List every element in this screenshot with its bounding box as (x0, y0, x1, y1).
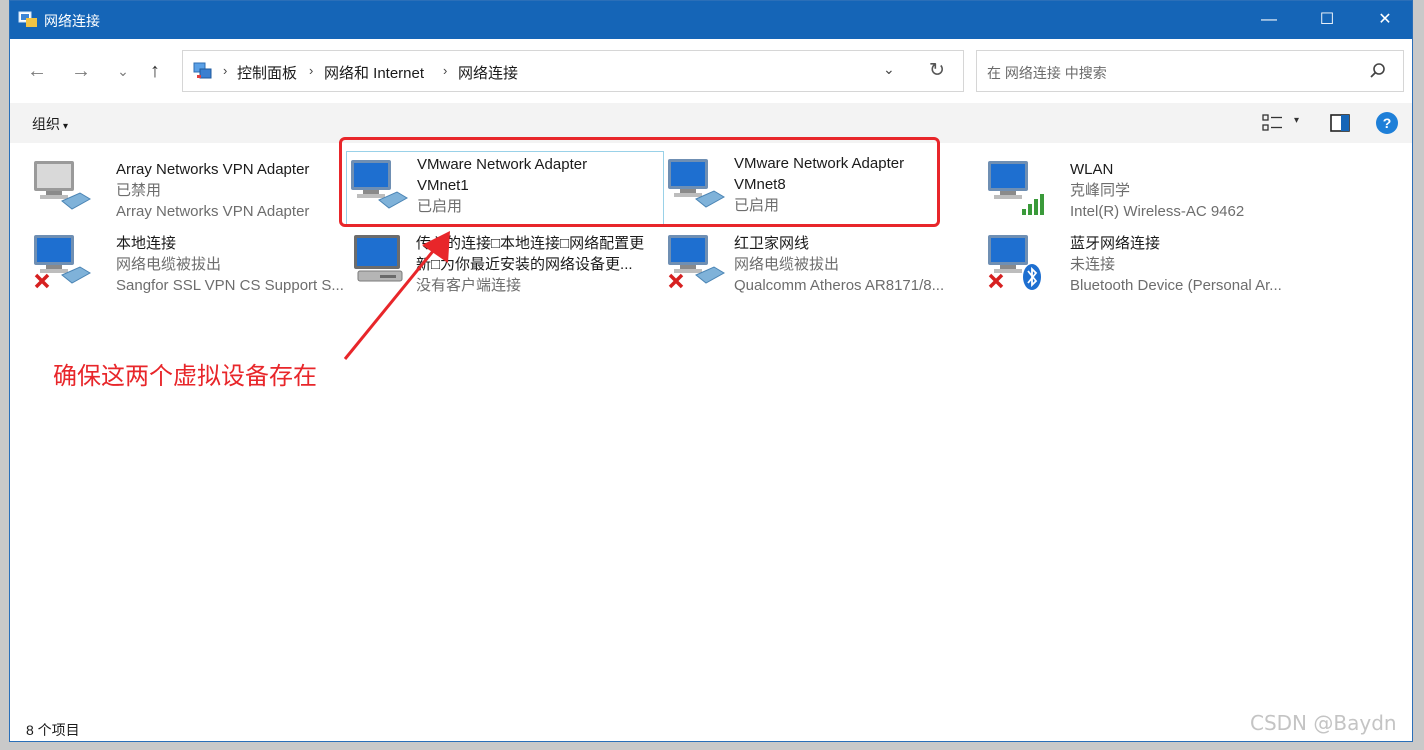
connection-item-bluetooth[interactable]: 蓝牙网络连接 未连接 Bluetooth Device (Personal Ar… (982, 223, 1300, 297)
connection-status: 未连接 (1070, 256, 1116, 273)
view-options-dropdown[interactable]: ▾ (1294, 115, 1299, 126)
connection-device: Sangfor SSL VPN CS Support S... (116, 277, 344, 294)
organize-label: 组织 (32, 116, 60, 132)
incoming-connection-icon (354, 235, 403, 282)
chevron-down-icon: ▾ (63, 121, 69, 132)
search-icon[interactable] (1369, 61, 1387, 81)
recent-locations-button[interactable]: ⌄ (108, 59, 138, 83)
watermark: CSDN @Baydn (1250, 711, 1397, 735)
connection-name: 传入的连接□本地连接□网络配置更 (416, 235, 645, 252)
breadcrumb-control-panel[interactable]: 控制面板 (237, 62, 297, 83)
connection-name: 红卫家网线 (734, 235, 810, 252)
network-adapter-icon (34, 161, 91, 210)
minimize-button[interactable]: — (1240, 1, 1298, 39)
search-box[interactable]: 在 网络连接 中搜索 (976, 50, 1404, 92)
connection-device: Bluetooth Device (Personal Ar... (1070, 277, 1282, 294)
connection-item-array-vpn[interactable]: Array Networks VPN Adapter 已禁用 Array Net… (28, 149, 346, 223)
breadcrumb-network-connections[interactable]: 网络连接 (458, 62, 518, 83)
preview-pane-icon[interactable] (1330, 114, 1350, 132)
connections-list: Array Networks VPN Adapter 已禁用 Array Net… (10, 143, 1412, 713)
back-button[interactable]: ← (22, 59, 52, 83)
connection-device: Qualcomm Atheros AR8171/8... (734, 277, 945, 294)
network-folder-icon (18, 11, 37, 27)
bluetooth-adapter-icon (988, 235, 1041, 290)
connection-status: 网络电缆被拔出 (116, 256, 222, 273)
up-button[interactable]: ↑ (140, 59, 170, 83)
network-adapter-icon (34, 235, 91, 289)
breadcrumb-separator: › (443, 63, 448, 78)
wireless-adapter-icon (988, 161, 1044, 215)
connection-status: 网络电缆被拔出 (734, 256, 840, 273)
maximize-button[interactable]: ☐ (1298, 1, 1356, 39)
connection-item-incoming[interactable]: 传入的连接□本地连接□网络配置更 新□为你最近安装的网络设备更... 没有客户端… (346, 223, 664, 297)
connection-name: Array Networks VPN Adapter (116, 161, 310, 178)
forward-button[interactable]: → (66, 59, 96, 83)
breadcrumb-separator: › (223, 63, 228, 78)
change-view-icon[interactable] (1262, 113, 1284, 133)
connection-item-hongwei[interactable]: 红卫家网线 网络电缆被拔出 Qualcomm Atheros AR8171/8.… (664, 223, 982, 297)
navigation-bar: ← → ⌄ ↑ › 控制面板 › 网络和 Internet › 网络连接 ⌄ ↻… (10, 39, 1412, 103)
connection-item-local[interactable]: 本地连接 网络电缆被拔出 Sangfor SSL VPN CS Support … (28, 223, 346, 297)
address-dropdown-button[interactable]: ⌄ (883, 61, 895, 78)
connection-name: 蓝牙网络连接 (1070, 235, 1161, 252)
item-count: 8 个项目 (26, 722, 80, 738)
connection-subname: 新□为你最近安装的网络设备更... (416, 256, 633, 273)
connection-status: 没有客户端连接 (416, 277, 522, 294)
connection-status: 克峰同学 (1070, 182, 1131, 199)
connection-name: 本地连接 (116, 235, 177, 252)
connection-name: WLAN (1070, 161, 1114, 178)
connection-item-wlan[interactable]: WLAN 克峰同学 Intel(R) Wireless-AC 9462 (982, 149, 1300, 223)
connection-device: Intel(R) Wireless-AC 9462 (1070, 203, 1245, 220)
connection-status: 已禁用 (116, 182, 162, 199)
network-connections-icon (193, 62, 212, 79)
window-title: 网络连接 (44, 13, 100, 29)
network-adapter-icon (668, 235, 725, 289)
help-button[interactable]: ? (1376, 112, 1398, 134)
breadcrumb-network-internet[interactable]: 网络和 Internet (324, 62, 424, 83)
connection-device: Array Networks VPN Adapter (116, 203, 310, 220)
annotation-text: 确保这两个虚拟设备存在 (53, 362, 317, 390)
organize-menu-button[interactable]: 组织 ▾ (32, 114, 68, 134)
breadcrumb-separator: › (309, 63, 314, 78)
close-button[interactable]: ✕ (1356, 1, 1412, 39)
address-bar[interactable]: › 控制面板 › 网络和 Internet › 网络连接 ⌄ ↻ (182, 50, 964, 92)
search-input[interactable]: 在 网络连接 中搜索 (987, 63, 1107, 83)
title-bar: 网络连接 — ☐ ✕ (10, 1, 1412, 39)
refresh-button[interactable]: ↻ (929, 59, 945, 82)
status-bar: 8 个项目 (10, 713, 1412, 741)
annotation-highlight-box (339, 137, 940, 227)
explorer-window: 网络连接 — ☐ ✕ ← → ⌄ ↑ › 控制面板 › 网络和 Internet… (9, 0, 1413, 742)
